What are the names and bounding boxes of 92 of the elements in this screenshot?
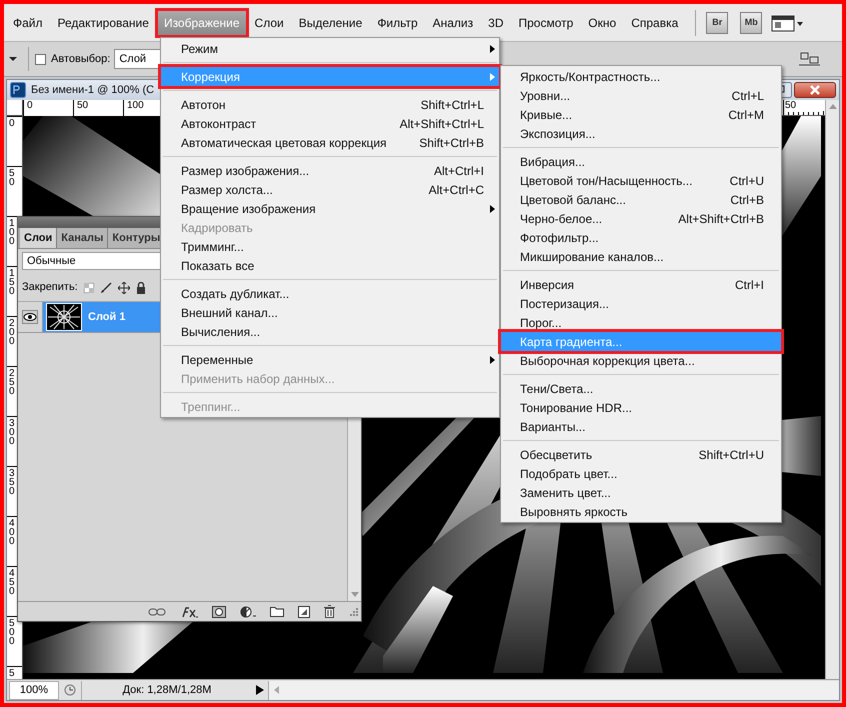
menu-item[interactable]: 3D [482,10,510,34]
menu-item[interactable]: Подобрать цвет... [501,464,781,483]
menu-item[interactable]: Создать дубликат... [161,284,499,303]
menu-item[interactable]: Яркость/Контрастность... [501,67,781,86]
app-icon [10,82,26,98]
menu-item[interactable]: Анализ [426,10,480,34]
ruler-label: 350 [9,469,15,496]
ruler-label: 100 [9,219,15,246]
menu-item[interactable]: Фотофильтр... [501,228,781,247]
menu-item[interactable]: Файл [7,10,49,34]
layer-name: Слой 1 [88,310,126,325]
auto-select-label: Автовыбор: [51,52,110,67]
menu-item[interactable]: Вычисления... [161,322,499,341]
document-size-info: Док: 1,28M/1,28M [122,682,212,698]
ruler-label: 300 [9,419,15,446]
scrollbar[interactable] [825,100,839,679]
move-icon[interactable] [118,282,130,294]
new-layer-icon[interactable] [298,606,310,618]
layer-thumbnail [46,303,82,331]
menu-item[interactable]: Черно-белое... Alt+Shift+Ctrl+B [501,209,781,228]
menu-item[interactable]: Выделение [292,10,368,34]
submenu-arrow-icon [490,72,495,80]
menu-item[interactable]: Инверсия Ctrl+I [501,275,781,294]
ruler-label: 0 [23,100,73,116]
menu-item[interactable]: Кривые... Ctrl+M [501,105,781,124]
ruler-label: 250 [9,369,15,396]
brush-icon[interactable] [100,282,112,294]
menu-item[interactable]: Цветовой тон/Насыщенность... Ctrl+U [501,171,781,190]
menu-item[interactable]: Постеризация... [501,294,781,313]
menu-item[interactable]: Редактирование [52,10,155,34]
lock-icon[interactable] [136,282,146,294]
menu-item[interactable]: Тени/Света... [501,379,781,398]
close-button[interactable] [794,82,836,98]
zoom-field[interactable]: 100% [9,680,59,700]
menu-item[interactable]: Окно [582,10,622,34]
clock-icon [64,684,76,696]
ruler-label: 0 [9,119,15,128]
menu-item[interactable]: Обесцветить Shift+Ctrl+U [501,445,781,464]
align-icon[interactable] [798,51,822,67]
close-icon[interactable] [809,85,821,95]
menu-item[interactable]: Вращение изображения [161,199,499,218]
link-icon[interactable] [148,608,166,616]
menu-item[interactable]: Выровнять яркость [501,502,781,521]
menu-item[interactable]: Справка [625,10,684,34]
ruler-label: 50 [73,100,123,116]
menu-item[interactable]: Варианты... [501,417,781,436]
panel-tab[interactable]: Каналы [57,228,108,248]
menu-item[interactable]: Вибрация... [501,152,781,171]
menu-item[interactable]: Фильтр [371,10,424,34]
menu-item[interactable]: Уровни... Ctrl+L [501,86,781,105]
panel-tab[interactable]: Слои [20,228,58,248]
ruler-label: 500 [9,619,15,646]
menu-item[interactable]: Экспозиция... [501,124,781,143]
menu-item[interactable]: Автоматическая цветовая коррекция Shift+Ctrl+B [161,133,499,152]
menu-item[interactable]: Просмотр [512,10,580,34]
mini-bridge-button[interactable]: Mb [740,12,762,34]
menu-item[interactable]: Размер холста... Alt+Ctrl+C [161,180,499,199]
submenu-arrow-icon [490,204,495,212]
ruler-label: 150 [9,269,15,296]
scrollbar[interactable] [268,680,839,700]
menu-item[interactable]: Переменные [161,350,499,369]
menu-item[interactable]: Автоконтраст Alt+Shift+Ctrl+L [161,114,499,133]
ruler-label: 450 [9,569,15,596]
adjustment-circle-icon[interactable] [240,606,256,618]
menu-item[interactable]: Размер изображения... Alt+Ctrl+I [161,161,499,180]
menu-item[interactable]: Цветовой баланс... Ctrl+B [501,190,781,209]
lock-label: Закрепить: [22,280,78,296]
bridge-button[interactable]: Br [706,12,728,34]
menu-item[interactable]: Заменить цвет... [501,483,781,502]
menu-item[interactable]: Порог... [501,313,781,332]
document-title: Без имени-1 @ 100% (С [31,82,154,98]
menu-item[interactable]: Слои [248,10,290,34]
menu-item[interactable]: Внешний канал... [161,303,499,322]
checkbox[interactable] [35,54,46,64]
dropdown-caret-icon[interactable] [8,56,18,62]
checkerboard-icon[interactable] [84,282,94,292]
menu-item[interactable]: Выборочная коррекция цвета... [501,351,781,370]
play-arrow-icon[interactable] [256,685,264,695]
ruler-label: 200 [9,319,15,346]
menu-item[interactable]: Микширование каналов... [501,247,781,266]
resize-grip-icon[interactable] [348,608,358,618]
mask-icon[interactable] [212,606,226,618]
submenu-arrow-icon [490,44,495,52]
ruler-label: 400 [9,519,15,546]
fx-icon[interactable] [180,606,198,618]
ruler-label: 5 [9,669,15,678]
ruler-label: 50 [9,169,15,187]
submenu-arrow-icon [490,356,495,364]
menu-item[interactable]: Тонирование HDR... [501,398,781,417]
trash-icon[interactable] [324,605,335,618]
folder-icon[interactable] [270,606,284,617]
eye-icon[interactable] [22,310,38,324]
